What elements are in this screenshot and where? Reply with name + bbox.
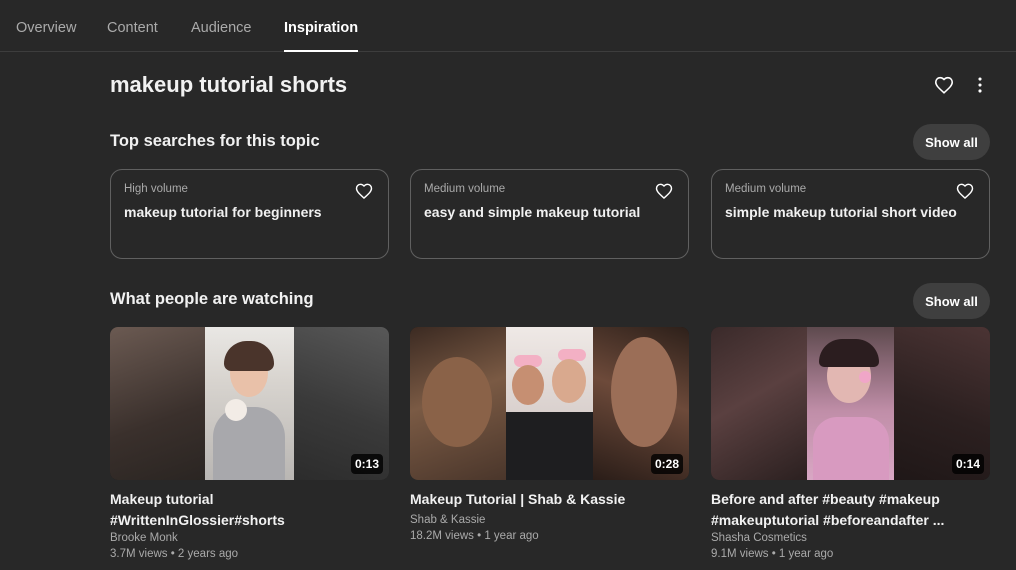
- video-channel[interactable]: Shab & Kassie: [410, 514, 485, 526]
- search-volume-label: Medium volume: [725, 183, 807, 195]
- video-title[interactable]: Before and after #beauty #makeup #makeup…: [711, 489, 991, 531]
- search-volume-label: High volume: [124, 183, 188, 195]
- watching-show-all-button[interactable]: Show all: [913, 283, 990, 319]
- heart-outline-icon[interactable]: [354, 181, 374, 201]
- tab-inspiration[interactable]: Inspiration: [284, 20, 359, 52]
- video-thumbnail[interactable]: 0:28: [410, 327, 689, 480]
- video-thumbnail[interactable]: 0:14: [711, 327, 990, 480]
- video-title-line: Makeup Tutorial | Shab & Kassie: [410, 491, 626, 507]
- top-searches-show-all-button[interactable]: Show all: [913, 124, 990, 160]
- top-searches-heading: Top searches for this topic: [110, 132, 320, 150]
- watching-heading: What people are watching: [110, 290, 314, 308]
- video-title-line: #makeuptutorial #beforeandafter ...: [711, 512, 945, 528]
- tab-bar: Overview Content Audience Inspiration: [0, 0, 1016, 52]
- video-duration: 0:14: [951, 454, 984, 474]
- heart-outline-icon: [934, 76, 954, 94]
- video-meta: 18.2M views • 1 year ago: [410, 530, 539, 542]
- search-card[interactable]: Medium volume simple makeup tutorial sho…: [711, 169, 990, 259]
- video-card[interactable]: 0:14 Before and after #beauty #makeup #m…: [711, 327, 991, 567]
- search-term: makeup tutorial for beginners: [124, 204, 322, 220]
- video-title[interactable]: Makeup tutorial #WrittenInGlossier#short…: [110, 489, 390, 531]
- search-card[interactable]: High volume makeup tutorial for beginner…: [110, 169, 389, 259]
- video-duration: 0:28: [650, 454, 683, 474]
- page-title: makeup tutorial shorts: [110, 72, 348, 97]
- video-title-line: Before and after #beauty #makeup: [711, 491, 940, 507]
- video-meta: 9.1M views • 1 year ago: [711, 548, 834, 560]
- video-channel[interactable]: Shasha Cosmetics: [711, 532, 807, 544]
- video-thumbnail[interactable]: 0:13: [110, 327, 389, 480]
- video-title-line: Makeup tutorial: [110, 491, 214, 507]
- tab-audience[interactable]: Audience: [191, 20, 251, 52]
- video-meta: 3.7M views • 2 years ago: [110, 548, 239, 560]
- search-volume-label: Medium volume: [424, 183, 506, 195]
- tab-content[interactable]: Content: [107, 20, 158, 52]
- video-card[interactable]: 0:13 Makeup tutorial #WrittenInGlossier#…: [110, 327, 390, 567]
- video-title[interactable]: Makeup Tutorial | Shab & Kassie: [410, 489, 690, 510]
- more-vert-icon: [978, 77, 982, 93]
- search-term: simple makeup tutorial short video: [725, 204, 957, 220]
- video-duration: 0:13: [350, 454, 383, 474]
- search-term: easy and simple makeup tutorial: [424, 204, 641, 220]
- heart-outline-icon[interactable]: [654, 181, 674, 201]
- more-options-button[interactable]: [966, 71, 994, 99]
- tab-overview[interactable]: Overview: [16, 20, 76, 52]
- favorite-topic-button[interactable]: [930, 71, 958, 99]
- video-card[interactable]: 0:28 Makeup Tutorial | Shab & Kassie Sha…: [410, 327, 690, 567]
- heart-outline-icon[interactable]: [955, 181, 975, 201]
- search-card[interactable]: Medium volume easy and simple makeup tut…: [410, 169, 689, 259]
- video-channel[interactable]: Brooke Monk: [110, 532, 178, 544]
- video-title-line: #WrittenInGlossier#shorts: [110, 512, 285, 528]
